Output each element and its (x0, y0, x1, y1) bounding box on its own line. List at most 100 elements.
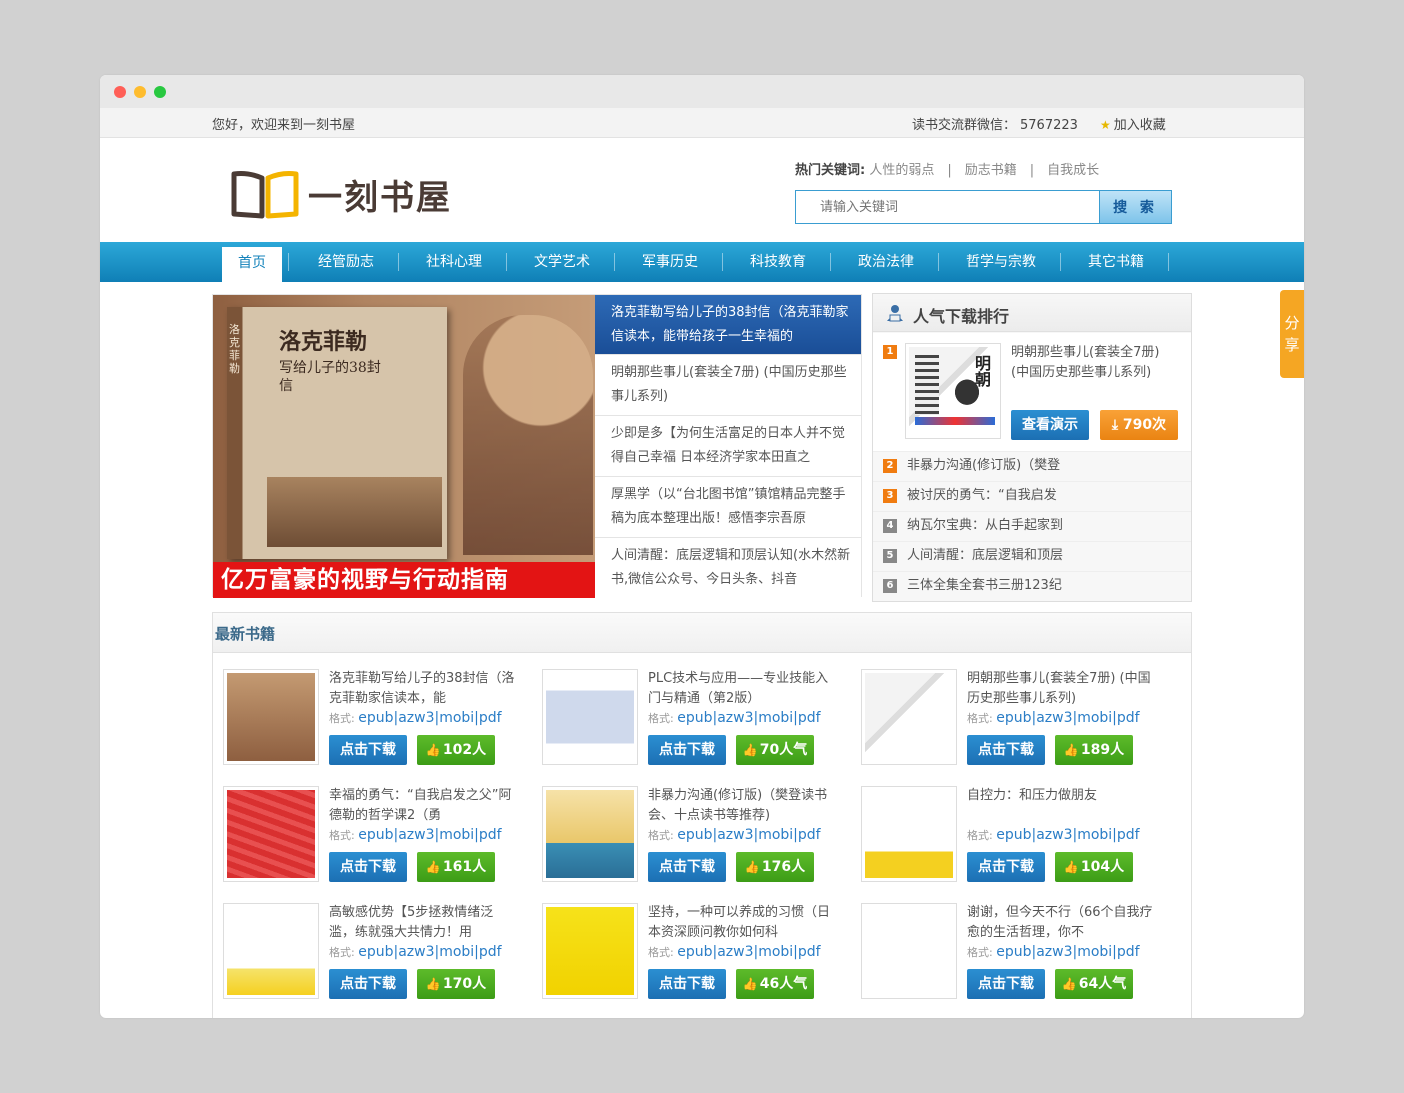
slider-image[interactable]: 洛克菲勒 洛克菲勒 写给儿子的38封信 亿万富豪的视野与行动指南 (213, 295, 595, 598)
ranking-title: 人气下载排行 (913, 307, 1010, 326)
ranking-row[interactable]: 6 三体全集全套书三册123纪 (873, 571, 1191, 601)
slider-item[interactable]: 少即是多【为何生活富足的日本人并不觉得自己幸福 日本经济学家本田直之 (595, 416, 861, 477)
ranking-row[interactable]: 3 被讨厌的勇气：“自我启发 (873, 481, 1191, 511)
book-card: PLC技术与应用——专业技能入门与精通（第2版） 格式: epub|azw3|mo… (542, 669, 852, 769)
like-button[interactable]: 👍 170人 (417, 969, 495, 999)
newest-books-section: 最新书籍 洛克菲勒写给儿子的38封信（洛克菲勒家信读本，能 格式: epub|az… (212, 612, 1192, 1018)
ranking-top-title[interactable]: 明朝那些事儿(套装全7册) (中国历史那些事儿系列) (1011, 343, 1181, 383)
book-thumbnail[interactable] (542, 786, 638, 882)
nav-divider (614, 253, 615, 271)
hot-keyword-link[interactable]: 自我成长 (1047, 163, 1099, 178)
search-input[interactable] (796, 191, 1099, 223)
book-title[interactable]: 坚持，一种可以养成的习惯（日本资深顾问教你如何科 (648, 903, 834, 943)
book-title[interactable]: 明朝那些事儿(套装全7册) (中国历史那些事儿系列) (967, 669, 1153, 709)
download-button[interactable]: 点击下载 (648, 969, 726, 999)
download-button[interactable]: 点击下载 (329, 969, 407, 999)
site-logo[interactable]: 一刻书屋 (228, 166, 452, 222)
ranking-row[interactable]: 2 非暴力沟通(修订版)（樊登 (873, 451, 1191, 481)
download-button[interactable]: 点击下载 (967, 969, 1045, 999)
nav-item-other-books[interactable]: 其它书籍 (1070, 242, 1162, 282)
nav-item-science[interactable]: 科技教育 (732, 242, 824, 282)
download-button[interactable]: 点击下载 (648, 735, 726, 765)
book-title[interactable]: 高敏感优势【5步拯救情绪泛滥，练就强大共情力！用 (329, 903, 515, 943)
slider-item[interactable]: 厚黑学（以“台北图书馆”镇馆精品完整手稿为底本整理出版！感悟李宗吾原 (595, 477, 861, 538)
book-thumbnail[interactable]: 明朝 (905, 343, 1001, 439)
book-title[interactable]: 洛克菲勒写给儿子的38封信（洛克菲勒家信读本，能 (329, 669, 515, 709)
add-favorite-link[interactable]: ★ 加入收藏 (1100, 114, 1166, 133)
slider-item[interactable]: 洛克菲勒写给儿子的38封信（洛克菲勒家信读本，能带给孩子一生幸福的 (595, 295, 861, 355)
like-button[interactable]: 👍 46人气 (736, 969, 814, 999)
nav-item-military-history[interactable]: 军事历史 (624, 242, 716, 282)
format-value: epub|azw3|mobi|pdf (996, 710, 1140, 726)
book-thumbnail[interactable] (861, 669, 957, 765)
book-format: 格式: epub|azw3|mobi|pdf (329, 827, 502, 843)
book-thumbnail[interactable] (223, 786, 319, 882)
like-button[interactable]: 👍 64人气 (1055, 969, 1133, 999)
download-count-button[interactable]: ⤓ 790次 (1100, 410, 1178, 440)
slider-item[interactable]: 人间清醒：底层逻辑和顶层认知(水木然新书,微信公众号、今日头条、抖音 (595, 538, 861, 599)
download-button[interactable]: 点击下载 (967, 852, 1045, 882)
rank-badge: 2 (883, 459, 897, 473)
download-button[interactable]: 点击下载 (329, 735, 407, 765)
book-thumbnail[interactable] (861, 903, 957, 999)
download-button[interactable]: 点击下载 (329, 852, 407, 882)
book-title[interactable]: 谢谢，但今天不行（66个自我疗愈的生活哲理，你不 (967, 903, 1153, 943)
book-thumbnail[interactable] (223, 903, 319, 999)
nav-divider (722, 253, 723, 271)
nav-item-literature[interactable]: 文学艺术 (516, 242, 608, 282)
share-tab[interactable]: 分享 (1280, 290, 1304, 378)
book-format: 格式: epub|azw3|mobi|pdf (648, 944, 821, 960)
maximize-window-button[interactable] (154, 86, 166, 98)
book-format: 格式: epub|azw3|mobi|pdf (329, 944, 502, 960)
slider-list: 洛克菲勒写给儿子的38封信（洛克菲勒家信读本，能带给孩子一生幸福的 明朝那些事儿… (595, 295, 861, 599)
format-value: epub|azw3|mobi|pdf (358, 710, 502, 726)
like-button[interactable]: 👍 189人 (1055, 735, 1133, 765)
book-thumbnail[interactable] (223, 669, 319, 765)
ranking-row-title: 人间清醒：底层逻辑和顶层 (907, 548, 1064, 563)
book-title[interactable]: 幸福的勇气：“自我启发之父”阿德勒的哲学课2（勇 (329, 786, 515, 826)
nav-item-politics-law[interactable]: 政治法律 (840, 242, 932, 282)
rank-badge: 6 (883, 579, 897, 593)
like-button[interactable]: 👍 70人气 (736, 735, 814, 765)
format-label: 格式: (648, 712, 674, 725)
nav-item-home[interactable]: 首页 (222, 247, 282, 282)
nav-item-social-science[interactable]: 社科心理 (408, 242, 500, 282)
like-count: 189人 (1080, 742, 1125, 758)
like-button[interactable]: 👍 176人 (736, 852, 814, 882)
search-button[interactable]: 搜 索 (1099, 191, 1171, 223)
like-button[interactable]: 👍 102人 (417, 735, 495, 765)
thumbs-up-icon: 👍 (744, 860, 760, 874)
minimize-window-button[interactable] (134, 86, 146, 98)
like-count: 176人 (761, 859, 806, 875)
nav-item-philosophy[interactable]: 哲学与宗教 (948, 242, 1054, 282)
view-demo-button[interactable]: 查看演示 (1011, 410, 1089, 440)
like-button[interactable]: 👍 161人 (417, 852, 495, 882)
logo-text: 一刻书屋 (308, 177, 452, 218)
hot-keyword-link[interactable]: 励志书籍 (965, 163, 1017, 178)
cover-spine-title: 洛克菲勒 (229, 323, 240, 375)
ranking-row[interactable]: 5 人间清醒：底层逻辑和顶层 (873, 541, 1191, 571)
nav-divider (398, 253, 399, 271)
book-thumbnail[interactable] (542, 669, 638, 765)
ranking-top-item: 1 明朝 明朝那些事儿(套装全7册) (中国历史那些事儿系列) 查看演示 ⤓ 7… (873, 333, 1191, 451)
slider-item[interactable]: 明朝那些事儿(套装全7册) (中国历史那些事儿系列) (595, 355, 861, 416)
download-button[interactable]: 点击下载 (967, 735, 1045, 765)
book-card: 谢谢，但今天不行（66个自我疗愈的生活哲理，你不 格式: epub|azw3|mo… (861, 903, 1171, 1003)
hot-keyword-link[interactable]: 人性的弱点 (869, 163, 934, 178)
book-format: 格式: epub|azw3|mobi|pdf (967, 827, 1140, 843)
book-thumbnail[interactable] (861, 786, 957, 882)
book-card: 高敏感优势【5步拯救情绪泛滥，练就强大共情力！用 格式: epub|azw3|mo… (223, 903, 533, 1003)
book-title[interactable]: 非暴力沟通(修订版)（樊登读书会、十点读书等推荐) (648, 786, 834, 826)
close-window-button[interactable] (114, 86, 126, 98)
book-title[interactable]: PLC技术与应用——专业技能入门与精通（第2版） (648, 669, 834, 709)
book-thumbnail[interactable] (542, 903, 638, 999)
nav-item-business[interactable]: 经管励志 (300, 242, 392, 282)
like-button[interactable]: 👍 104人 (1055, 852, 1133, 882)
thumbs-up-icon: 👍 (425, 977, 441, 991)
nav-divider (938, 253, 939, 271)
ranking-row[interactable]: 4 纳瓦尔宝典：从白手起家到 (873, 511, 1191, 541)
like-count: 64人气 (1078, 976, 1127, 992)
download-button[interactable]: 点击下载 (648, 852, 726, 882)
hot-keywords: 热门关键词: 人性的弱点 | 励志书籍 | 自我成长 (795, 159, 1099, 178)
book-title[interactable]: 自控力：和压力做朋友 (967, 786, 1153, 826)
